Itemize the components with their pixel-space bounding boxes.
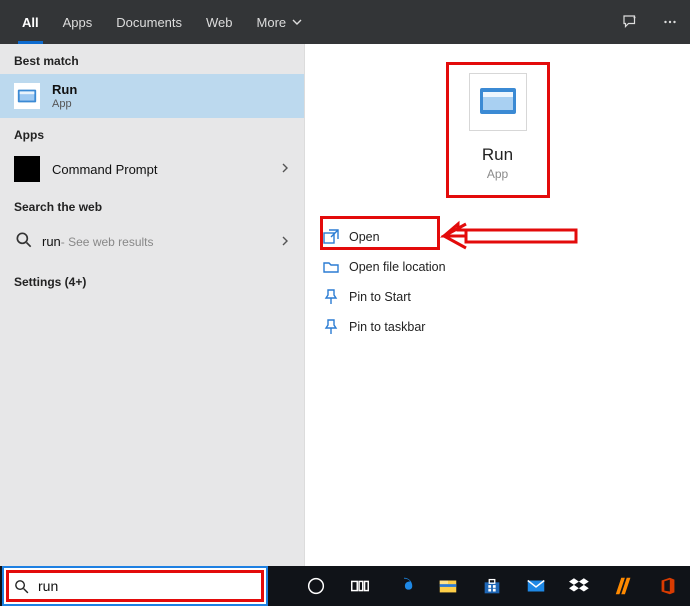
search-icon (14, 230, 34, 253)
action-open-file-location[interactable]: Open file location (305, 252, 690, 282)
cortana-icon[interactable] (294, 566, 338, 606)
web-search-result[interactable]: run - See web results (0, 220, 304, 263)
web-query: run (42, 234, 61, 249)
preview-actions: Open Open file location Pin to Start Pin… (305, 222, 690, 342)
preview-title: Run (482, 145, 513, 165)
action-pin-to-start[interactable]: Pin to Start (305, 282, 690, 312)
action-pin-to-taskbar[interactable]: Pin to taskbar (305, 312, 690, 342)
open-icon (323, 229, 349, 245)
section-header-apps: Apps (0, 118, 304, 148)
command-prompt-icon (14, 156, 40, 182)
tab-label: Documents (116, 15, 182, 30)
tab-all[interactable]: All (10, 0, 51, 44)
section-header-best-match: Best match (0, 44, 304, 74)
taskbar-icons (294, 566, 690, 606)
action-label: Open (349, 230, 380, 244)
tab-more[interactable]: More (245, 0, 315, 44)
edge-browser-icon[interactable] (382, 566, 426, 606)
tab-label: More (257, 15, 287, 30)
run-app-icon (14, 83, 40, 109)
office-icon[interactable] (646, 566, 690, 606)
chevron-right-icon (280, 234, 290, 249)
dropbox-icon[interactable] (558, 566, 602, 606)
taskbar-search-box[interactable] (2, 566, 268, 606)
action-label: Pin to taskbar (349, 320, 425, 334)
run-app-icon (469, 73, 527, 131)
tab-label: Apps (63, 15, 93, 30)
result-text: Command Prompt (52, 162, 157, 177)
action-label: Open file location (349, 260, 446, 274)
web-query-suffix: - See web results (61, 235, 154, 249)
chevron-down-icon (292, 15, 302, 30)
preview-subtitle: App (487, 167, 508, 181)
best-match-result[interactable]: Run App (0, 74, 304, 118)
results-right-pane: Run App Open Open file location Pin to S… (305, 44, 690, 566)
filter-tabs: All Apps Documents Web More (0, 0, 314, 44)
windows-taskbar (0, 566, 690, 606)
action-open[interactable]: Open (305, 222, 690, 252)
chevron-right-icon (280, 160, 290, 178)
result-text: Run App (52, 82, 77, 110)
folder-icon (323, 259, 349, 275)
search-filter-bar: All Apps Documents Web More (0, 0, 690, 44)
app-result-command-prompt[interactable]: Command Prompt (0, 148, 304, 190)
feedback-button[interactable] (610, 0, 650, 44)
tab-apps[interactable]: Apps (51, 0, 105, 44)
result-title: Run (52, 82, 77, 97)
microsoft-store-icon[interactable] (470, 566, 514, 606)
more-options-button[interactable] (650, 0, 690, 44)
action-label: Pin to Start (349, 290, 411, 304)
tab-web[interactable]: Web (194, 0, 245, 44)
result-subtitle: App (52, 98, 77, 110)
section-header-web: Search the web (0, 190, 304, 220)
winamp-icon[interactable] (602, 566, 646, 606)
annotation-highlight-hero: Run App (446, 62, 550, 198)
pin-icon (323, 289, 349, 305)
tab-label: All (22, 15, 39, 30)
result-title: Command Prompt (52, 162, 157, 177)
mail-icon[interactable] (514, 566, 558, 606)
pin-icon (323, 319, 349, 335)
search-icon (4, 578, 38, 595)
file-explorer-icon[interactable] (426, 566, 470, 606)
results-left-pane: Best match Run App Apps Command Prompt S… (0, 44, 305, 566)
settings-results-label[interactable]: Settings (4+) (0, 263, 304, 301)
search-input[interactable] (38, 578, 266, 594)
search-results-area: Best match Run App Apps Command Prompt S… (0, 44, 690, 566)
tab-label: Web (206, 15, 233, 30)
tab-documents[interactable]: Documents (104, 0, 194, 44)
result-preview: Run App (305, 44, 690, 198)
task-view-icon[interactable] (338, 566, 382, 606)
